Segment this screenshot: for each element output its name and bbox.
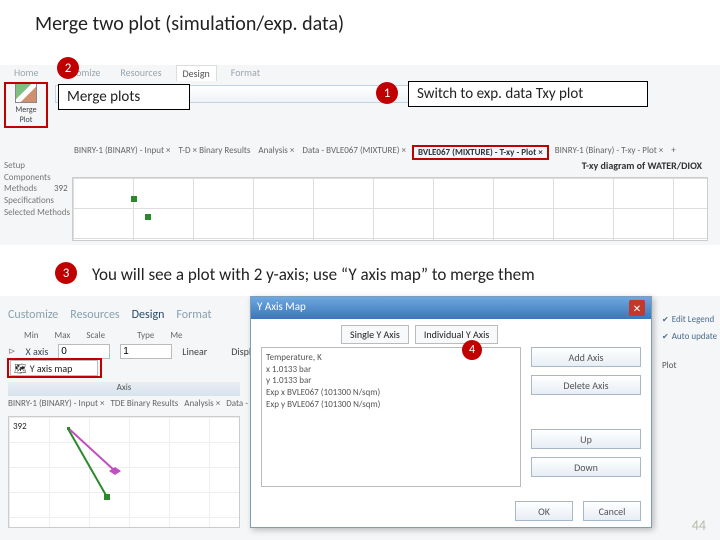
close-icon[interactable]: ✕: [629, 300, 645, 316]
dialog-buttons: Add Axis Delete Axis Up Down: [531, 347, 641, 477]
step-badge-2: 2: [57, 57, 79, 79]
step-badge-4: 4: [462, 340, 482, 360]
doc-tab[interactable]: BINRY-1 (BINARY) - Input ×: [72, 145, 173, 160]
tree-item[interactable]: Components: [4, 172, 70, 184]
col: Scale: [86, 330, 105, 341]
ribbon-tab-active[interactable]: Design: [132, 308, 165, 322]
ribbon-tab[interactable]: Home: [8, 65, 44, 81]
col: Type: [137, 330, 154, 341]
step-3-text: You will see a plot with 2 y-axis; use “…: [92, 264, 535, 285]
add-axis-button[interactable]: Add Axis: [531, 347, 641, 367]
list-item[interactable]: Exp y BVLE067 (101300 N/sqm): [266, 399, 516, 411]
data-point-icon: [145, 214, 151, 220]
doc-tab[interactable]: Analysis ×: [184, 398, 220, 409]
document-tabs: BINRY-1 (BINARY) - Input × T-D × Binary …: [72, 145, 712, 160]
plot-group-label: Plot: [662, 360, 676, 371]
auto-update-toggle[interactable]: Auto update: [662, 331, 717, 342]
callout-switch-plot: Switch to exp. data Txy plot: [408, 81, 648, 107]
doc-tab[interactable]: Analysis ×: [256, 145, 296, 160]
delete-axis-button[interactable]: Delete Axis: [531, 375, 641, 395]
ribbon-tab[interactable]: Resources: [70, 308, 119, 322]
doc-tab[interactable]: BINRY-1 (BINARY) - Input ×: [8, 398, 105, 409]
ribbon-tab[interactable]: Format: [225, 65, 266, 81]
tab-individual-yaxis[interactable]: Individual Y Axis: [415, 325, 498, 344]
plot-area-bottom: 392 392 300: [8, 416, 240, 528]
up-button[interactable]: Up: [531, 429, 641, 449]
down-button[interactable]: Down: [531, 457, 641, 477]
slide-number: 44: [692, 517, 706, 534]
edit-legend-button[interactable]: Edit Legend: [662, 314, 714, 325]
tree-item[interactable]: Specifications: [4, 195, 70, 207]
step-badge-3: 3: [55, 262, 77, 284]
ribbon-tabs-top: Home Customize Resources Design Format: [8, 65, 266, 81]
dialog-title: Y Axis Map: [257, 300, 306, 316]
tab-single-yaxis[interactable]: Single Y Axis: [341, 325, 409, 344]
xaxis-label: X axis: [26, 345, 49, 358]
right-panel: Edit Legend Auto update Plot: [662, 314, 720, 371]
doc-tab[interactable]: TDE Binary Results: [111, 398, 179, 409]
doc-tab-highlight[interactable]: BVLE067 (MIXTURE) - T-xy - Plot ×: [412, 145, 549, 160]
doc-tab[interactable]: BINRY-1 (Binary) - T-xy - Plot ×: [553, 145, 666, 160]
cancel-button[interactable]: Cancel: [583, 501, 641, 521]
xaxis-scale[interactable]: Linear: [182, 345, 207, 358]
y-tick: 392: [54, 183, 68, 194]
ribbon-tab-active[interactable]: Design: [176, 65, 217, 81]
highlight-merge-plot: [4, 82, 48, 128]
tree-item[interactable]: Setup: [4, 160, 70, 172]
col: Min: [24, 330, 39, 341]
xaxis-max-input[interactable]: [120, 344, 172, 359]
axis-table-header: Min Max Scale Type Me: [8, 330, 183, 341]
plot-area-top: [72, 177, 708, 241]
doc-tab[interactable]: Data - BVLE067 (MIXTURE) ×: [300, 145, 408, 160]
callout-merge-plots: Merge plots: [58, 84, 190, 110]
ribbon-tab[interactable]: Resources: [114, 65, 167, 81]
doc-tab[interactable]: Data -: [226, 398, 248, 409]
ok-button[interactable]: OK: [515, 501, 573, 521]
axis-group-label: Axis: [8, 382, 240, 396]
document-tabs-bottom: BINRY-1 (BINARY) - Input × TDE Binary Re…: [8, 398, 248, 409]
y-axis-map-dialog: Y Axis Map ✕ Single Y Axis Individual Y …: [250, 296, 652, 528]
list-item[interactable]: Exp x BVLE067 (101300 N/sqm): [266, 387, 516, 399]
dialog-titlebar[interactable]: Y Axis Map ✕: [251, 297, 651, 319]
xaxis-min-input[interactable]: [58, 344, 110, 359]
col: Me: [170, 330, 182, 341]
dialog-tabs: Single Y Axis Individual Y Axis: [251, 319, 651, 344]
plot-title: T-xy diagram of WATER/DIOX: [582, 159, 702, 172]
plot-lines-icon: [67, 427, 147, 507]
tree-item[interactable]: Selected Methods: [4, 207, 70, 219]
doc-tab[interactable]: T-D × Binary Results: [177, 145, 253, 160]
add-tab-icon[interactable]: +: [669, 145, 677, 160]
ribbon-tabs-bottom: Customize Resources Design Format Plot: [8, 308, 273, 322]
col: Max: [55, 330, 71, 341]
dialog-ok-row: OK Cancel: [515, 501, 641, 521]
y-tick-r: 392: [13, 421, 27, 432]
ribbon-tab[interactable]: Format: [176, 308, 211, 322]
data-point-icon: [131, 196, 137, 202]
step-badge-1: 1: [376, 82, 398, 104]
slide-title: Merge two plot (simulation/exp. data): [35, 12, 344, 36]
axis-listbox[interactable]: Temperature, K x 1.0133 bar y 1.0133 bar…: [261, 347, 521, 487]
list-item[interactable]: x 1.0133 bar: [266, 364, 516, 376]
list-item[interactable]: y 1.0133 bar: [266, 375, 516, 387]
highlight-yaxis-map: [7, 358, 102, 378]
screenshot-bottom: Customize Resources Design Format Plot M…: [0, 296, 720, 540]
ribbon-tab[interactable]: Customize: [8, 308, 58, 322]
